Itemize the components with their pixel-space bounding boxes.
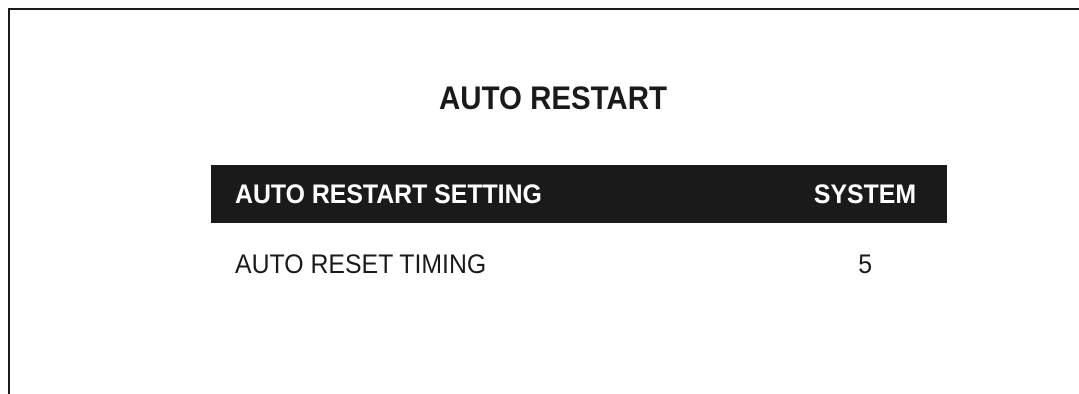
screen-title: AUTO RESTART	[439, 80, 667, 116]
menu-item-auto-reset-timing[interactable]: AUTO RESET TIMING 5	[211, 223, 947, 305]
menu-item-label: AUTO RESTART SETTING	[235, 178, 542, 209]
menu-item-auto-restart-setting[interactable]: AUTO RESTART SETTING SYSTEM	[211, 165, 947, 223]
menu-item-label: AUTO RESET TIMING	[235, 248, 487, 279]
menu-item-value: SYSTEM	[813, 178, 916, 209]
settings-menu: AUTO RESTART SETTING SYSTEM AUTO RESET T…	[211, 165, 947, 305]
menu-item-value: 5	[858, 248, 872, 279]
